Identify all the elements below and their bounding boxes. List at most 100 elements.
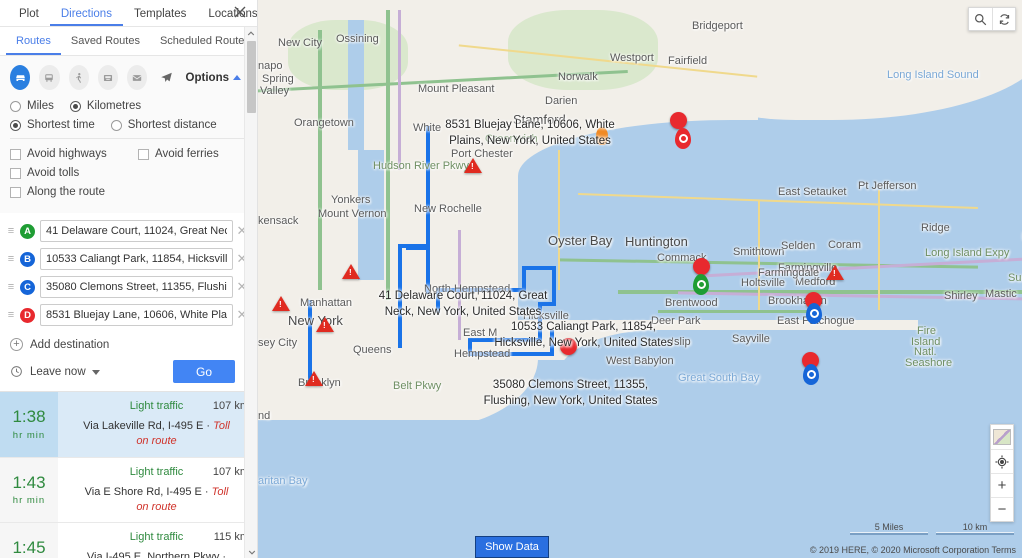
travel-mode-row: Options bbox=[0, 56, 257, 100]
leave-now-dropdown[interactable]: Leave now bbox=[30, 366, 100, 378]
traffic-incident-icon[interactable] bbox=[316, 317, 334, 332]
leave-time-row: Leave now Go bbox=[0, 356, 257, 391]
radio-shortest-time[interactable]: Shortest time bbox=[10, 119, 95, 131]
options-toggle[interactable]: Options bbox=[186, 72, 247, 84]
destination-input-c[interactable] bbox=[40, 276, 233, 298]
radio-kilometres-label: Kilometres bbox=[86, 100, 142, 112]
traffic-incident-icon[interactable] bbox=[342, 264, 360, 279]
route-duration-units: hr min bbox=[12, 429, 46, 441]
traffic-incident-icon[interactable] bbox=[826, 265, 844, 280]
radio-dot-miles bbox=[10, 100, 21, 112]
directions-sidebar: Plot Directions Templates Locations Rout… bbox=[0, 0, 258, 558]
tab-plot[interactable]: Plot bbox=[8, 8, 50, 27]
traffic-incident-icon[interactable] bbox=[305, 371, 323, 386]
destination-row-a: ≡A✕ bbox=[0, 219, 257, 243]
drag-handle-icon[interactable]: ≡ bbox=[4, 253, 18, 265]
add-destination-button[interactable]: + Add destination bbox=[0, 331, 257, 356]
stop-marker-d[interactable] bbox=[675, 128, 691, 149]
walk-icon[interactable] bbox=[68, 65, 89, 90]
map-pin-a[interactable] bbox=[693, 258, 710, 275]
radio-miles[interactable]: Miles bbox=[10, 100, 54, 112]
tab-directions[interactable]: Directions bbox=[49, 8, 123, 26]
sidebar-scrollbar[interactable] bbox=[244, 27, 257, 558]
map-search-controls[interactable] bbox=[968, 7, 1016, 31]
route-duration: 1:45hr min bbox=[0, 523, 58, 558]
route-result-3[interactable]: 1:45hr minLight traffic115 kmVia I-495 E… bbox=[0, 523, 257, 558]
route-result-2[interactable]: 1:43 hr min Light traffic 107 km Via E Shore… bbox=[0, 457, 257, 524]
route-duration-units: hr min bbox=[12, 495, 46, 507]
traffic-incident-icon[interactable] bbox=[272, 296, 290, 311]
zoom-in-button[interactable]: + bbox=[991, 473, 1013, 497]
options-panel: Options Miles Kilometres Shortest time S… bbox=[0, 56, 257, 213]
map-attribution: © 2019 HERE, © 2020 Microsoft Corporatio… bbox=[809, 545, 1016, 555]
top-tab-bar: Plot Directions Templates Locations bbox=[0, 0, 257, 27]
scroll-up-arrow-icon[interactable] bbox=[245, 27, 257, 40]
checkbox-avoid-ferries-label: Avoid ferries bbox=[155, 148, 219, 160]
destination-badge-a: A bbox=[20, 223, 35, 239]
drag-handle-icon[interactable]: ≡ bbox=[4, 281, 18, 293]
route-duration-value: 1:43 bbox=[12, 472, 46, 492]
drag-handle-icon[interactable]: ≡ bbox=[4, 225, 18, 237]
show-data-button[interactable]: Show Data bbox=[475, 536, 549, 558]
transit-icon[interactable] bbox=[39, 65, 60, 90]
destination-input-a[interactable] bbox=[40, 220, 233, 242]
stop-marker-b[interactable] bbox=[806, 303, 822, 324]
route-duration-value: 1:45 bbox=[12, 538, 46, 558]
refresh-icon[interactable] bbox=[992, 8, 1015, 30]
route-polyline bbox=[522, 266, 556, 270]
close-icon[interactable] bbox=[231, 3, 249, 21]
route-result-1[interactable]: 1:38 hr min Light traffic 107 km Via Lakevil… bbox=[0, 392, 257, 458]
checkbox-avoid-highways[interactable]: Avoid highways bbox=[10, 148, 122, 160]
locate-icon[interactable] bbox=[991, 449, 1013, 473]
checkbox-avoid-tolls[interactable]: Avoid tolls bbox=[10, 167, 79, 179]
destination-badge-c: C bbox=[20, 279, 35, 295]
go-button[interactable]: Go bbox=[173, 360, 235, 383]
map-zoom-controls[interactable]: + − bbox=[990, 424, 1014, 522]
map-pin-d[interactable] bbox=[670, 112, 687, 129]
map-layer-icon[interactable] bbox=[991, 425, 1013, 449]
route-polyline bbox=[398, 300, 402, 348]
map-canvas[interactable]: New City Ossining napo Spring Valley Mount Pl… bbox=[258, 0, 1022, 558]
subtab-scheduled-routes[interactable]: Scheduled Routes bbox=[150, 27, 257, 55]
zoom-out-button[interactable]: − bbox=[991, 497, 1013, 521]
car-icon[interactable] bbox=[10, 65, 31, 90]
route-polyline bbox=[552, 266, 556, 306]
map-pin-orange[interactable] bbox=[596, 127, 608, 145]
radio-dot-shortest-time bbox=[10, 119, 21, 131]
drag-handle-icon[interactable]: ≡ bbox=[4, 309, 18, 321]
route-summary: Light traffic 115 km Via I-495 E, Northern… bbox=[58, 523, 257, 558]
scale-km-label: 10 km bbox=[962, 522, 988, 532]
mail-icon[interactable] bbox=[127, 65, 148, 90]
destination-input-b[interactable] bbox=[40, 248, 233, 270]
stop-marker-c[interactable] bbox=[803, 364, 819, 385]
route-polyline bbox=[550, 330, 554, 356]
destination-row-c: ≡C✕ bbox=[0, 275, 257, 299]
scrollbar-thumb[interactable] bbox=[247, 41, 256, 113]
stop-marker-a[interactable] bbox=[693, 274, 709, 295]
traffic-incident-icon[interactable] bbox=[464, 158, 482, 173]
checkbox-along-the-route[interactable]: Along the route bbox=[10, 186, 105, 198]
destination-input-d[interactable] bbox=[40, 304, 233, 326]
tab-templates[interactable]: Templates bbox=[123, 8, 197, 27]
route-via: Via Lakeville Rd, I-495 E · Toll on rout… bbox=[83, 420, 230, 447]
subtab-saved-routes[interactable]: Saved Routes bbox=[61, 27, 150, 55]
checkbox-avoid-ferries[interactable]: Avoid ferries bbox=[138, 148, 219, 160]
avoid-row-3: Along the route bbox=[10, 186, 247, 198]
route-via: Via I-495 E, Northern Pkwy · Toll on rou… bbox=[86, 551, 227, 558]
checkbox-box-avoid-tolls bbox=[10, 167, 21, 179]
route-polyline bbox=[436, 288, 526, 292]
route-polyline bbox=[538, 302, 542, 342]
send-icon[interactable] bbox=[156, 65, 176, 90]
search-icon[interactable] bbox=[969, 8, 992, 30]
subtab-routes[interactable]: Routes bbox=[6, 27, 61, 55]
destination-row-d: ≡D✕ bbox=[0, 303, 257, 327]
radio-kilometres[interactable]: Kilometres bbox=[69, 100, 142, 112]
checkbox-along-the-route-label: Along the route bbox=[27, 186, 106, 198]
checkbox-avoid-highways-label: Avoid highways bbox=[27, 148, 107, 160]
map-pin-origin[interactable] bbox=[560, 338, 577, 355]
truck-icon[interactable] bbox=[97, 65, 118, 90]
radio-shortest-distance-label: Shortest distance bbox=[127, 119, 217, 131]
radio-shortest-distance[interactable]: Shortest distance bbox=[110, 119, 217, 131]
units-row: Miles Kilometres bbox=[10, 100, 247, 112]
scroll-down-arrow-icon[interactable] bbox=[245, 545, 257, 558]
